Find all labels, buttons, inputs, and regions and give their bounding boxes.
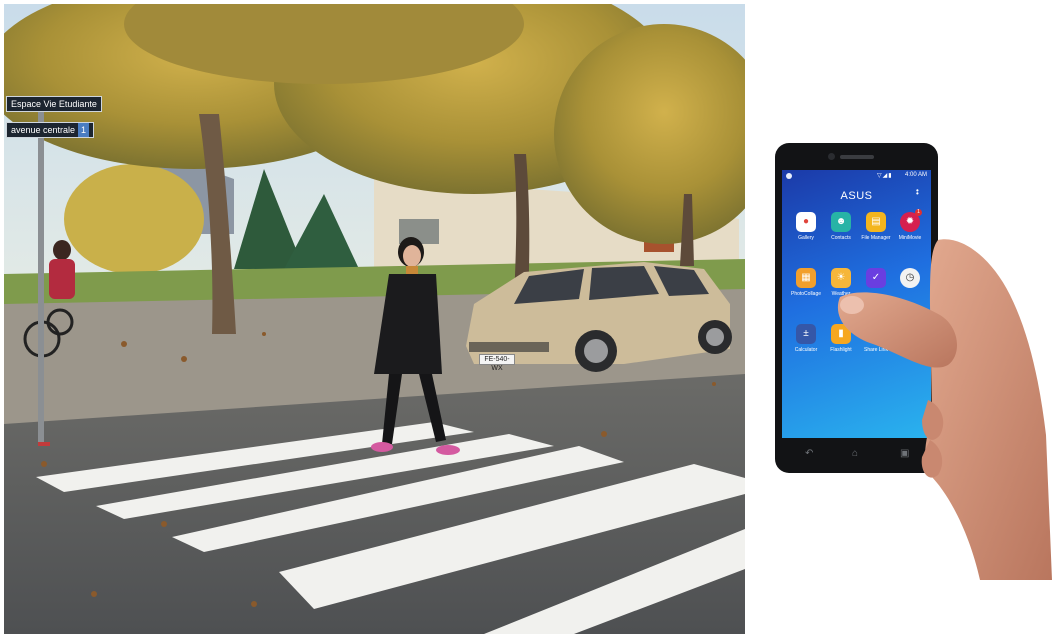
willow-tree xyxy=(64,164,204,274)
notification-icon xyxy=(786,173,792,179)
app-gallery[interactable]: ● Gallery xyxy=(788,212,824,241)
street-name-sign: Espace Vie Etudiante xyxy=(6,96,102,112)
film-reel-icon: ✹ 1 xyxy=(900,209,922,232)
street-sign-text: Espace Vie Etudiante xyxy=(11,99,97,109)
app-calculator[interactable]: ± Calculator xyxy=(788,324,824,353)
contacts-icon: ☻ xyxy=(831,212,851,232)
status-bar: ▽◢▮ 4:00 AM xyxy=(782,170,931,182)
pole-base xyxy=(38,442,50,446)
notification-badge: 1 xyxy=(915,209,922,216)
street-scene-illustration xyxy=(4,4,745,634)
brand-label: ASUS xyxy=(840,190,873,202)
hand-holding-phone xyxy=(837,239,1052,580)
palm xyxy=(925,239,1052,580)
front-camera xyxy=(828,153,835,160)
back-icon[interactable]: ↶ xyxy=(805,448,813,459)
status-time: 4:00 AM xyxy=(904,172,927,178)
license-plate: FE-540-WX xyxy=(479,354,515,372)
earpiece xyxy=(840,155,874,159)
app-label: Gallery xyxy=(798,235,814,241)
street-sign-number: 1 xyxy=(78,123,90,137)
street-sign-text: avenue centrale xyxy=(11,125,76,135)
folder-icon: ▤ xyxy=(866,212,886,232)
thumbnail xyxy=(840,296,864,314)
gallery-icon: ● xyxy=(796,212,816,232)
status-icons: ▽◢▮ xyxy=(877,172,893,179)
calculator-icon: ± xyxy=(796,324,816,344)
app-photocollage[interactable]: ▦ PhotoCollage xyxy=(788,268,824,297)
collage-icon: ▦ xyxy=(796,268,816,288)
app-label: PhotoCollage xyxy=(790,291,822,297)
overflow-menu-icon[interactable]: • • xyxy=(916,187,919,198)
street-name-sign: avenue centrale 1 xyxy=(6,122,95,138)
sign-pole xyxy=(38,99,44,444)
street-photo: Espace Vie Etudiante avenue centrale 1 FE… xyxy=(4,4,745,634)
battery-icon: ▮ xyxy=(888,173,893,179)
app-label: Calculator xyxy=(794,347,818,353)
